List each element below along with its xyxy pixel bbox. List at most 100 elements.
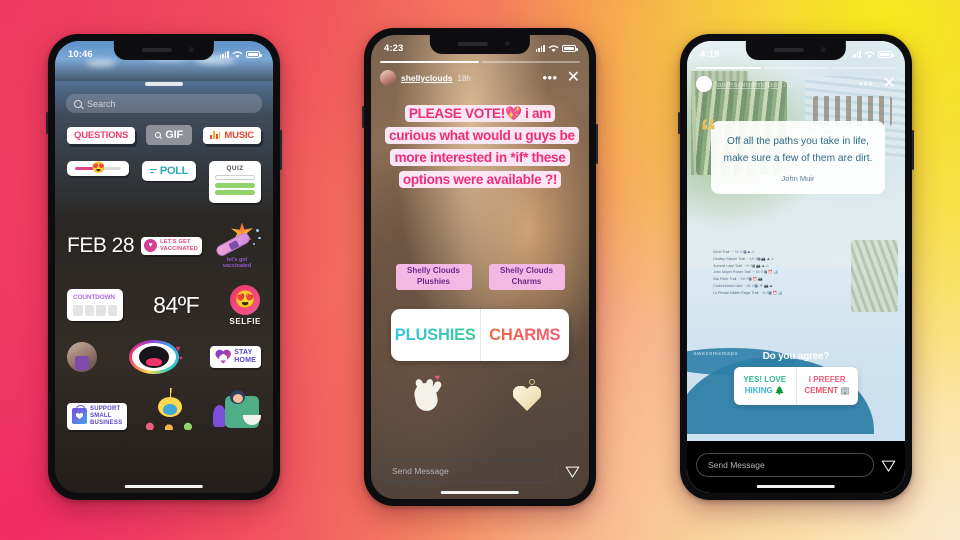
sticker-quiz-label: QUIZ: [226, 165, 244, 172]
sticker-music[interactable]: MUSIC: [203, 126, 261, 144]
poll-option-prefer-cement[interactable]: I PREFER CEMENT 🏢: [797, 367, 859, 405]
battery-icon: [562, 44, 578, 52]
progress-segment: [763, 67, 829, 69]
sticker-temperature[interactable]: 84ºF: [153, 292, 200, 319]
close-icon[interactable]: ✕: [883, 76, 896, 92]
sticker-open-mouth[interactable]: ♥ ♥: [128, 339, 183, 374]
more-options-icon[interactable]: •••: [542, 71, 557, 84]
support-line-2: SMALL: [90, 412, 112, 419]
front-camera: [189, 47, 195, 52]
progress-segment: [696, 67, 761, 69]
sticker-avatar[interactable]: [67, 341, 97, 372]
sticker-stay-home[interactable]: STAY HOME: [210, 345, 261, 368]
wifi-icon: [864, 50, 875, 58]
map-trail-legend: Kimrt Trail ··· 11 ⏱ 🅿 ⛰ ⚠ Dewley Glacie…: [713, 249, 887, 348]
person-face-icon: [233, 393, 243, 403]
bandaid-text: let's get vaccinated: [211, 257, 263, 270]
send-message-input[interactable]: Send Message: [696, 453, 874, 477]
send-icon[interactable]: [565, 464, 580, 479]
search-placeholder: Search: [87, 98, 116, 109]
sticker-gif[interactable]: GIF: [146, 125, 193, 145]
poll-sticker[interactable]: YES! LOVE HIKING 🌲 I PREFER CEMENT 🏢: [734, 367, 858, 405]
heart-charm-photo-object: [511, 377, 545, 415]
story-username[interactable]: awesomemaps: [717, 79, 777, 89]
sticker-questions[interactable]: QUESTIONS: [67, 126, 136, 144]
sticker-countdown[interactable]: COUNTDOWN: [67, 289, 123, 321]
device-notch: [113, 41, 215, 60]
battery-icon: [246, 50, 262, 58]
poll-sticker[interactable]: PLUSHIES CHARMS: [391, 309, 569, 361]
story-progress-bars[interactable]: [380, 61, 580, 63]
sticker-lets-get-vaccinated[interactable]: ♥ LET'S GET VACCINATED: [141, 236, 202, 255]
sticker-selfie-label: SELFIE: [229, 316, 261, 326]
sticker-row-6: SUPPORT SMALL BUSINESS: [67, 387, 261, 430]
legend-line: Dewley Glacier Trail ···10 ⏱🅿 📷 ⛰ ⚠: [713, 256, 775, 261]
support-small-business-text: SUPPORT SMALL BUSINESS: [90, 406, 122, 427]
sticker-row-2: 😍 POLL QUIZ: [67, 161, 261, 203]
bandaid-line-2: vaccinated: [222, 263, 252, 270]
sheet-drag-handle[interactable]: [145, 82, 183, 86]
avatar[interactable]: [696, 76, 712, 92]
flowers-icon: [142, 418, 199, 430]
story-user-row: awesomemaps 11h ••• ✕: [696, 76, 896, 92]
poll-option-yes-hiking[interactable]: YES! LOVE HIKING 🌲: [734, 367, 796, 405]
quiz-option-filled: [214, 190, 255, 195]
poll-right-line-1: I PREFER: [808, 375, 846, 385]
stay-home-line-1: STAY: [234, 348, 253, 356]
sticker-emoji-slider[interactable]: 😍: [67, 161, 129, 176]
home-indicator[interactable]: [124, 485, 204, 488]
story-username[interactable]: shellyclouds: [401, 73, 453, 83]
sticker-support-small-business[interactable]: SUPPORT SMALL BUSINESS: [67, 402, 128, 430]
agree-poll-block: Do you agree? YES! LOVE HIKING 🌲 I PREFE…: [687, 351, 905, 405]
story-progress-bars[interactable]: [696, 67, 897, 69]
plushie-photo-object: ♥: [411, 373, 445, 415]
bird-icon: [163, 403, 178, 415]
sticker-music-label: MUSIC: [224, 129, 254, 141]
earpiece-speaker: [773, 48, 805, 52]
search-input[interactable]: Search: [66, 94, 262, 113]
quote-sticker[interactable]: “ Off all the paths you take in life, ma…: [700, 115, 885, 195]
progress-segment: [481, 61, 580, 63]
story-caption-text: PLEASE VOTE!💖 i am curious what would u …: [385, 105, 579, 189]
sticker-bandaid-vaccinated[interactable]: let's get vaccinated: [209, 222, 263, 270]
story-header: shellyclouds 18h ••• ✕: [371, 61, 589, 86]
sticker-selfie[interactable]: 😍 SELFIE: [229, 284, 261, 326]
status-indicators: [219, 50, 262, 59]
poll-bars-icon: [149, 168, 157, 174]
building-icon: 🏢: [840, 386, 851, 395]
home-indicator[interactable]: [756, 485, 836, 488]
battery-icon: [878, 50, 894, 58]
send-message-input[interactable]: Send Message: [380, 459, 558, 483]
search-icon: [155, 132, 162, 138]
more-options-icon[interactable]: •••: [858, 77, 873, 90]
sticker-quiz[interactable]: QUIZ: [208, 161, 261, 203]
legend-line: Ask River Trail ···10 ⏱🅿 ⏰ 📷: [713, 277, 763, 282]
poll-option-charms[interactable]: CHARMS: [481, 309, 570, 361]
close-icon[interactable]: ✕: [567, 70, 580, 86]
sticker-poll[interactable]: POLL: [141, 161, 197, 181]
support-line-3: BUSINESS: [90, 419, 123, 426]
signal-icon: [219, 50, 229, 58]
message-bar: Send Message: [380, 459, 580, 483]
legend-line: John Mayer Power Trail ···15 ⏱ 🅿 ⏰ 🏕: [713, 270, 779, 275]
sticker-grid: QUESTIONS GIF MUSIC 😍 POLL QUIZ FEB 28 ♥…: [55, 123, 273, 493]
quote-mark-icon: “: [700, 113, 717, 151]
story-caption: PLEASE VOTE!💖 i am curious what would u …: [385, 103, 579, 191]
front-camera: [821, 47, 827, 52]
heart-icon: ♥: [179, 355, 183, 362]
earpiece-speaker: [141, 48, 173, 52]
sticker-gif-label: GIF: [165, 129, 184, 141]
story-timestamp: 18h: [457, 73, 471, 83]
poll-option-plushies[interactable]: PLUSHIES: [391, 309, 480, 361]
sticker-sun-bird[interactable]: [142, 387, 199, 430]
sticker-plant-person[interactable]: [213, 388, 261, 430]
earpiece-speaker: [457, 42, 489, 46]
phone2-screen: 4:23 shellyclouds 18h ••• ✕ PLEASE VOTE!…: [371, 35, 589, 499]
home-indicator[interactable]: [440, 491, 520, 494]
quiz-option-blank: [214, 175, 255, 180]
avatar[interactable]: [380, 70, 396, 86]
status-time: 4:19: [700, 48, 720, 60]
poll-question: Do you agree?: [762, 351, 830, 362]
sticker-date[interactable]: FEB 28: [67, 234, 135, 258]
send-icon[interactable]: [881, 458, 896, 473]
